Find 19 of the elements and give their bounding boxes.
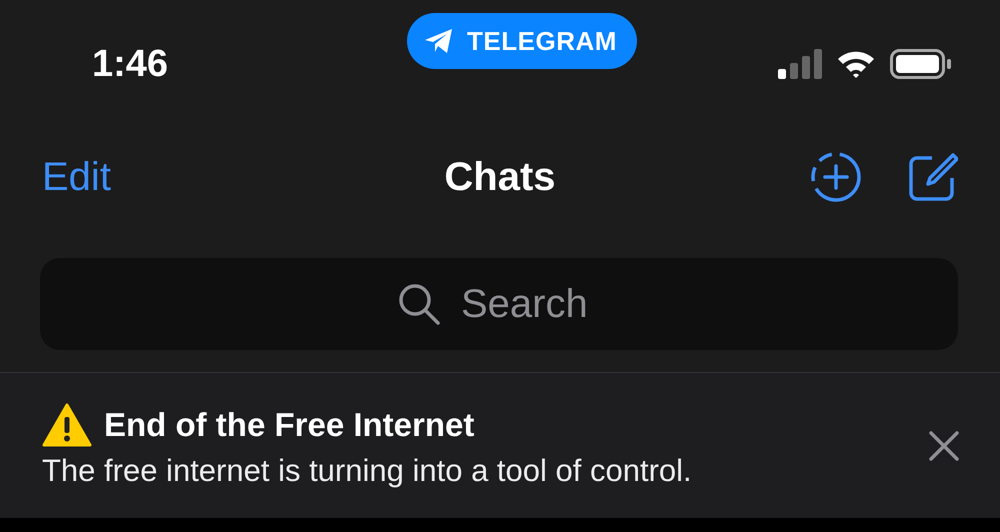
compose-icon	[908, 152, 958, 202]
status-time: 1:46	[92, 42, 170, 86]
close-button[interactable]	[928, 430, 960, 462]
banner-title: End of the Free Internet	[104, 406, 474, 444]
wifi-icon	[836, 49, 876, 79]
close-icon	[928, 430, 960, 462]
search-icon	[397, 282, 441, 326]
edit-link[interactable]: Edit	[42, 154, 111, 198]
battery-icon	[890, 49, 952, 79]
add-story-button[interactable]	[810, 151, 862, 203]
page-title: Chats	[444, 154, 556, 200]
dashed-circle-plus-icon	[810, 151, 862, 203]
search-input[interactable]: Search	[461, 282, 601, 326]
app-pill[interactable]: TELEGRAM	[407, 13, 637, 69]
banner-text: The free internet is turning into a tool of control.	[42, 452, 693, 488]
search-bar[interactable]: Search	[40, 258, 958, 350]
signal-icon	[778, 49, 822, 79]
warning-icon	[42, 402, 92, 446]
compose-button[interactable]	[908, 152, 958, 202]
